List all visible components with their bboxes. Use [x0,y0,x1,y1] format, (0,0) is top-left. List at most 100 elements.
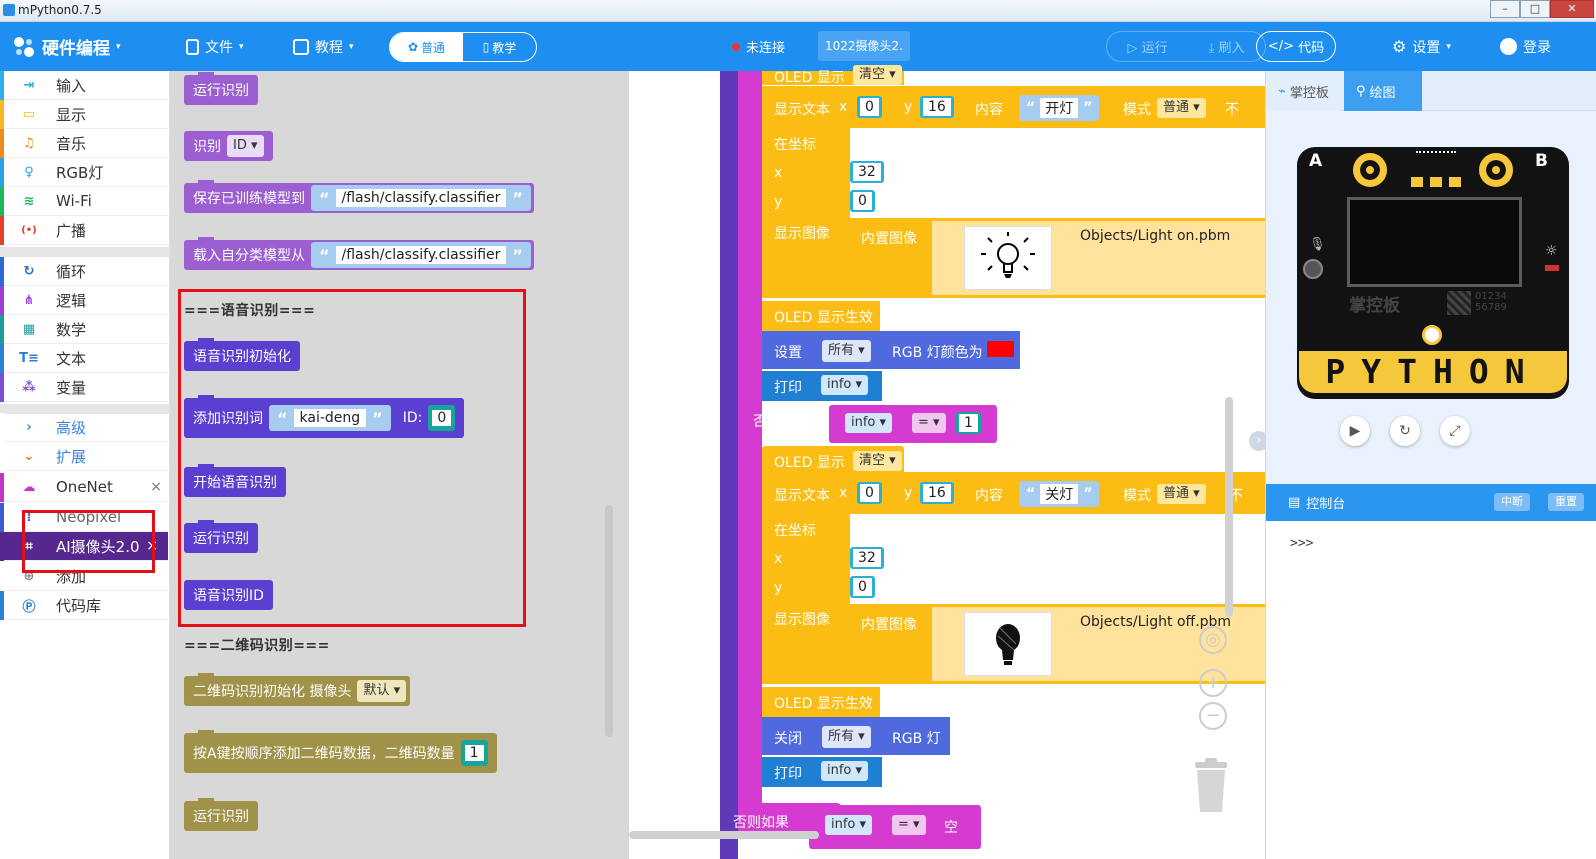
workspace-scrollbar[interactable] [1225,397,1233,617]
tab-board[interactable]: ⌁ 掌控板 [1266,71,1341,111]
oled-clear-dropdown-2[interactable]: 清空 ▾ [853,451,902,471]
led-select-dropdown[interactable]: 所有 ▾ [822,340,871,362]
compare-var-dropdown-2[interactable]: info ▾ [825,815,873,835]
trash-icon[interactable] [1191,758,1231,814]
block-qr-add[interactable]: 按A键按顺序添加二维码数据，二维码数量 1 [184,730,497,773]
workspace-hscrollbar[interactable] [629,831,819,839]
block-run-recognition[interactable]: 运行识别 [184,72,258,105]
restart-icon[interactable]: ↻ [1390,416,1420,446]
oled-clear-dropdown[interactable]: 清空 ▾ [853,65,902,85]
variable-icon: ⁂ [22,379,36,395]
minimize-icon[interactable]: – [1490,0,1520,18]
run-button[interactable]: ▷ 运行 [1127,37,1167,56]
block-load-model[interactable]: 载入自分类模型从 “/flash/classify.classifier” [184,237,534,270]
text-x-input-2[interactable]: 0 [857,482,882,504]
flyout-scrollbar[interactable] [605,505,613,737]
puzzle-icon: ✿ [407,40,419,54]
close-icon[interactable]: ✕ [1550,0,1594,18]
recognize-dropdown[interactable]: ID ▾ [227,135,264,157]
block-save-model[interactable]: 保存已训练模型到 “/flash/classify.classifier” [184,180,534,213]
print-var-dropdown-2[interactable]: info ▾ [821,761,869,781]
category-wifi[interactable]: ≋ Wi-Fi [0,186,170,216]
category-broadcast[interactable]: (•) 广播 [0,215,170,245]
category-variable[interactable]: ⁂ 变量 [0,372,170,402]
console-prompt[interactable]: >>> [1290,536,1313,551]
board-edge-connector: PYTHON [1299,351,1567,393]
qr-count-input[interactable]: 1 [460,740,488,766]
file-menu[interactable]: 文件 ▾ [186,22,244,71]
category-label: OneNet [56,478,113,496]
operator-dropdown-2[interactable]: = ▾ [892,815,926,835]
coord-y-input[interactable]: 0 [850,190,875,212]
save-path-input[interactable]: “/flash/classify.classifier” [311,185,531,211]
mode-dropdown[interactable]: 普通 ▾ [1157,98,1206,118]
compare-var-dropdown[interactable]: info ▾ [845,413,893,433]
category-music[interactable]: ♫ 音乐 [0,128,170,158]
set-label: 设置 [774,345,802,361]
block-run-recognition-3[interactable]: 运行识别 [184,798,258,831]
operator-dropdown[interactable]: = ▾ [912,413,946,433]
tutorial-menu[interactable]: 教程 ▾ [293,22,354,71]
microphone-icon: 🎙 [1309,237,1326,252]
mode-normal-button[interactable]: ✿ 普通 [390,33,463,61]
settings-menu[interactable]: ⚙ 设置 ▾ [1392,22,1451,71]
reset-button[interactable]: 重置 [1548,493,1584,511]
load-path-input[interactable]: “/flash/classify.classifier” [311,242,531,268]
play-icon[interactable]: ▶ [1340,416,1370,446]
category-logic[interactable]: ⋔ 逻辑 [0,285,170,315]
compare-value-input[interactable]: 1 [956,412,981,434]
category-input[interactable]: ⇥ 输入 [0,70,170,100]
file-label: 文件 [205,39,233,56]
block-qr-init[interactable]: 二维码识别初始化 摄像头 默认 ▾ [184,673,411,706]
brand-menu[interactable]: 硬件编程 ▾ [12,22,121,71]
category-label: 循环 [56,262,87,281]
connection-status[interactable]: 未连接 [732,22,785,71]
maximize-icon[interactable]: □ [1520,0,1550,18]
block-recognize[interactable]: 识别 ID ▾ [184,131,273,161]
category-extension[interactable]: ⌄ 扩展 [0,441,170,471]
recenter-icon[interactable]: ◎ [1199,626,1227,654]
category-math[interactable]: ▦ 数学 [0,314,170,344]
print-var-dropdown[interactable]: info ▾ [821,375,869,395]
remove-extension-icon[interactable]: × [150,479,162,495]
category-loop[interactable]: ↻ 循环 [0,256,170,286]
category-label: 广播 [56,221,87,240]
category-label: 高级 [56,418,87,437]
category-code-library[interactable]: Ⓟ 代码库 [0,590,170,620]
category-rgb[interactable]: ♀ RGB灯 [0,157,170,187]
board-button-a[interactable] [1353,153,1387,187]
tab-draw[interactable]: ⚲ 绘图 [1344,71,1422,111]
search-icon: ⚲ [1356,83,1366,99]
category-display[interactable]: ▭ 显示 [0,99,170,129]
coord-y-input-2[interactable]: 0 [850,576,875,598]
category-onenet[interactable]: ☁ OneNet × [0,472,170,502]
if-block-rail [738,71,762,803]
login-button[interactable]: 登录 [1500,22,1551,71]
zoom-in-icon[interactable]: + [1199,669,1227,697]
board-button-b[interactable] [1479,153,1513,187]
text-y-input[interactable]: 16 [920,96,954,118]
camera-dropdown[interactable]: 默认 ▾ [357,680,407,702]
fullscreen-icon[interactable]: ⤢ [1440,416,1470,446]
image-on-path[interactable]: Objects/Light on.pbm [1080,228,1230,244]
text-x-input[interactable]: 0 [857,96,882,118]
color-swatch[interactable] [987,341,1014,357]
code-icon: </> [1267,39,1295,54]
led-select-dropdown-2[interactable]: 所有 ▾ [822,726,871,748]
coord-x-input-2[interactable]: 32 [850,547,884,569]
text-content-input-2[interactable]: “关灯” [1019,481,1100,507]
flash-button[interactable]: ⤓ 刷入 [1209,37,1245,56]
device-selector[interactable]: 1022摄像头2. [818,31,910,61]
category-advanced[interactable]: › 高级 [0,412,170,442]
text-content-input[interactable]: “开灯” [1019,95,1100,121]
run-label: 运行 [1141,41,1168,56]
text-y-input-2[interactable]: 16 [920,482,954,504]
zoom-out-icon[interactable]: − [1199,702,1227,730]
code-button[interactable]: </> 代码 [1256,31,1336,62]
category-text[interactable]: T≡ 文本 [0,343,170,373]
coord-x-input[interactable]: 32 [850,161,884,183]
mode-teach-button[interactable]: ▯ 教学 [463,33,536,61]
mode-dropdown-2[interactable]: 普通 ▾ [1157,484,1206,504]
interrupt-button[interactable]: 中断 [1494,493,1530,511]
console-header: ▤ 控制台 中断 重置 [1266,484,1596,521]
